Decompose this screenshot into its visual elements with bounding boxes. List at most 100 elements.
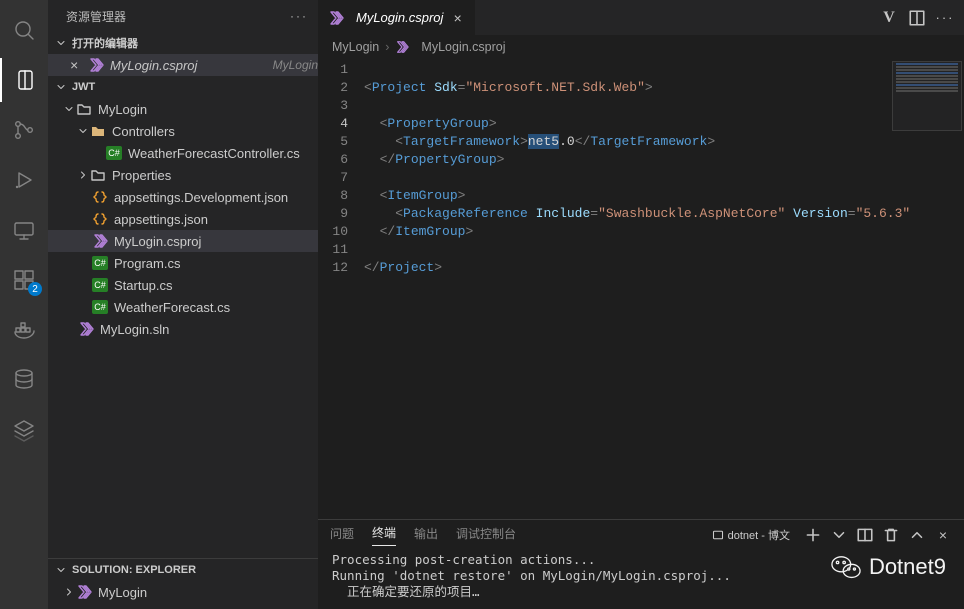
solution-root[interactable]: MyLogin	[48, 581, 318, 603]
chevron-down-icon	[54, 36, 68, 50]
editor-area: MyLogin.csproj × V ··· MyLogin › MyLogin…	[318, 0, 964, 609]
tree-label: MyLogin	[98, 585, 318, 600]
tree-folder-properties[interactable]: Properties	[48, 164, 318, 186]
run-debug-icon[interactable]	[0, 158, 48, 202]
panel-tab-output[interactable]: 输出	[414, 525, 438, 546]
source-control-icon[interactable]	[0, 108, 48, 152]
workspace-header[interactable]: JWT	[48, 76, 318, 98]
more-icon[interactable]: ···	[936, 9, 954, 27]
chevron-right-icon	[62, 585, 76, 599]
csproj-file-icon	[395, 40, 409, 54]
explorer-icon[interactable]	[0, 58, 48, 102]
chevron-down-icon	[54, 563, 68, 577]
chevron-down-icon[interactable]	[830, 526, 848, 544]
tree-label: MyLogin	[98, 102, 318, 117]
chevron-down-icon	[76, 124, 90, 138]
vs-icon	[76, 584, 92, 600]
tree-file-program[interactable]: C# Program.cs	[48, 252, 318, 274]
terminal-line: Running 'dotnet restore' on MyLogin/MyLo…	[332, 568, 731, 583]
extensions-icon[interactable]: 2	[0, 258, 48, 302]
more-icon[interactable]: ···	[290, 9, 308, 23]
tree-file-appsettings-dev[interactable]: appsettings.Development.json	[48, 186, 318, 208]
tree-file-csproj[interactable]: MyLogin.csproj	[48, 230, 318, 252]
solution-label: SOLUTION: EXPLORER	[72, 564, 196, 576]
terminal-body[interactable]: Processing post-creation actions... Runn…	[318, 550, 964, 609]
tree-label: appsettings.Development.json	[114, 190, 318, 205]
tree-label: MyLogin.csproj	[114, 234, 318, 249]
csproj-file-icon	[328, 10, 344, 26]
tree-file-weather[interactable]: C#WeatherForecast.cs	[48, 296, 318, 318]
chevron-right-icon	[76, 168, 90, 182]
open-editors-header[interactable]: 打开的编辑器	[48, 32, 318, 54]
extensions-badge: 2	[28, 282, 42, 296]
workspace-name: JWT	[72, 81, 95, 93]
terminal-selector[interactable]: dotnet - 博文	[706, 527, 796, 543]
add-terminal-icon[interactable]	[804, 526, 822, 544]
code-content[interactable]: <Project Sdk="Microsoft.NET.Sdk.Web"> <P…	[364, 59, 964, 519]
terminal-line: Processing post-creation actions...	[332, 552, 595, 567]
tabs-row: MyLogin.csproj × V ···	[318, 0, 964, 35]
csharp-file-icon: C#	[106, 145, 122, 161]
tree-file-appsettings[interactable]: appsettings.json	[48, 208, 318, 230]
sidebar-explorer: 资源管理器 ··· 打开的编辑器 × MyLogin.csproj MyLogi…	[48, 0, 318, 609]
csharp-file-icon: C#	[92, 255, 108, 271]
tab-mylogin-csproj[interactable]: MyLogin.csproj ×	[318, 0, 476, 35]
folder-icon	[90, 123, 106, 139]
activity-bar: 2	[0, 0, 48, 609]
docker-icon[interactable]	[0, 308, 48, 352]
chevron-right-icon: ›	[385, 40, 389, 54]
database-icon[interactable]	[0, 358, 48, 402]
sln-file-icon	[78, 321, 94, 337]
search-icon[interactable]	[0, 8, 48, 52]
csharp-file-icon: C#	[92, 299, 108, 315]
csharp-file-icon: C#	[92, 277, 108, 293]
breadcrumbs[interactable]: MyLogin › MyLogin.csproj	[318, 35, 964, 59]
csproj-file-icon	[92, 233, 108, 249]
open-editors-label: 打开的编辑器	[72, 35, 138, 51]
explorer-title: 资源管理器	[66, 8, 126, 25]
panel-tab-terminal[interactable]: 终端	[372, 524, 396, 546]
split-editor-icon[interactable]	[908, 9, 926, 27]
split-terminal-icon[interactable]	[856, 526, 874, 544]
breadcrumb-root[interactable]: MyLogin	[332, 40, 379, 54]
open-editor-filename: MyLogin.csproj	[110, 58, 267, 73]
tree-label: appsettings.json	[114, 212, 318, 227]
terminal-name: dotnet - 博文	[728, 527, 790, 543]
breadcrumb-file[interactable]: MyLogin.csproj	[421, 40, 505, 54]
tree-folder-controllers[interactable]: Controllers	[48, 120, 318, 142]
json-file-icon	[92, 189, 108, 205]
tree-label: Properties	[112, 168, 318, 183]
panel-tabs: 问题 终端 输出 调试控制台 dotnet - 博文 ×	[318, 520, 964, 550]
tree-file-sln[interactable]: MyLogin.sln	[48, 318, 318, 340]
tree-folder-project[interactable]: MyLogin	[48, 98, 318, 120]
folder-icon	[76, 101, 92, 117]
tree-file-weatherctrl[interactable]: C# WeatherForecastController.cs	[48, 142, 318, 164]
csproj-file-icon	[88, 57, 104, 73]
tree-label: WeatherForecastController.cs	[128, 146, 318, 161]
close-icon[interactable]: ×	[66, 57, 82, 73]
close-icon[interactable]: ×	[449, 10, 465, 26]
chevron-down-icon	[62, 102, 76, 116]
open-editor-item[interactable]: × MyLogin.csproj MyLogin	[48, 54, 318, 76]
sidebar-header: 资源管理器 ···	[48, 0, 318, 32]
stack-icon[interactable]	[0, 408, 48, 452]
panel-tab-debug[interactable]: 调试控制台	[456, 525, 516, 546]
remote-icon[interactable]	[0, 208, 48, 252]
vim-icon[interactable]: V	[880, 9, 898, 27]
chevron-down-icon	[54, 80, 68, 94]
minimap[interactable]	[892, 61, 962, 131]
chevron-up-icon[interactable]	[908, 526, 926, 544]
tab-label: MyLogin.csproj	[356, 10, 443, 25]
tree-label: Program.cs	[114, 256, 318, 271]
trash-icon[interactable]	[882, 526, 900, 544]
gutter: 123456789101112	[318, 59, 364, 519]
close-icon[interactable]: ×	[934, 526, 952, 544]
terminal-line: 正在确定要还原的项目…	[332, 584, 480, 599]
tree-label: Startup.cs	[114, 278, 318, 293]
solution-explorer-header[interactable]: SOLUTION: EXPLORER	[48, 559, 318, 581]
folder-icon	[90, 167, 106, 183]
panel: 问题 终端 输出 调试控制台 dotnet - 博文 × Processing …	[318, 519, 964, 609]
panel-tab-problems[interactable]: 问题	[330, 525, 354, 546]
tree-file-startup[interactable]: C# Startup.cs	[48, 274, 318, 296]
code-editor[interactable]: 123456789101112 <Project Sdk="Microsoft.…	[318, 59, 964, 519]
